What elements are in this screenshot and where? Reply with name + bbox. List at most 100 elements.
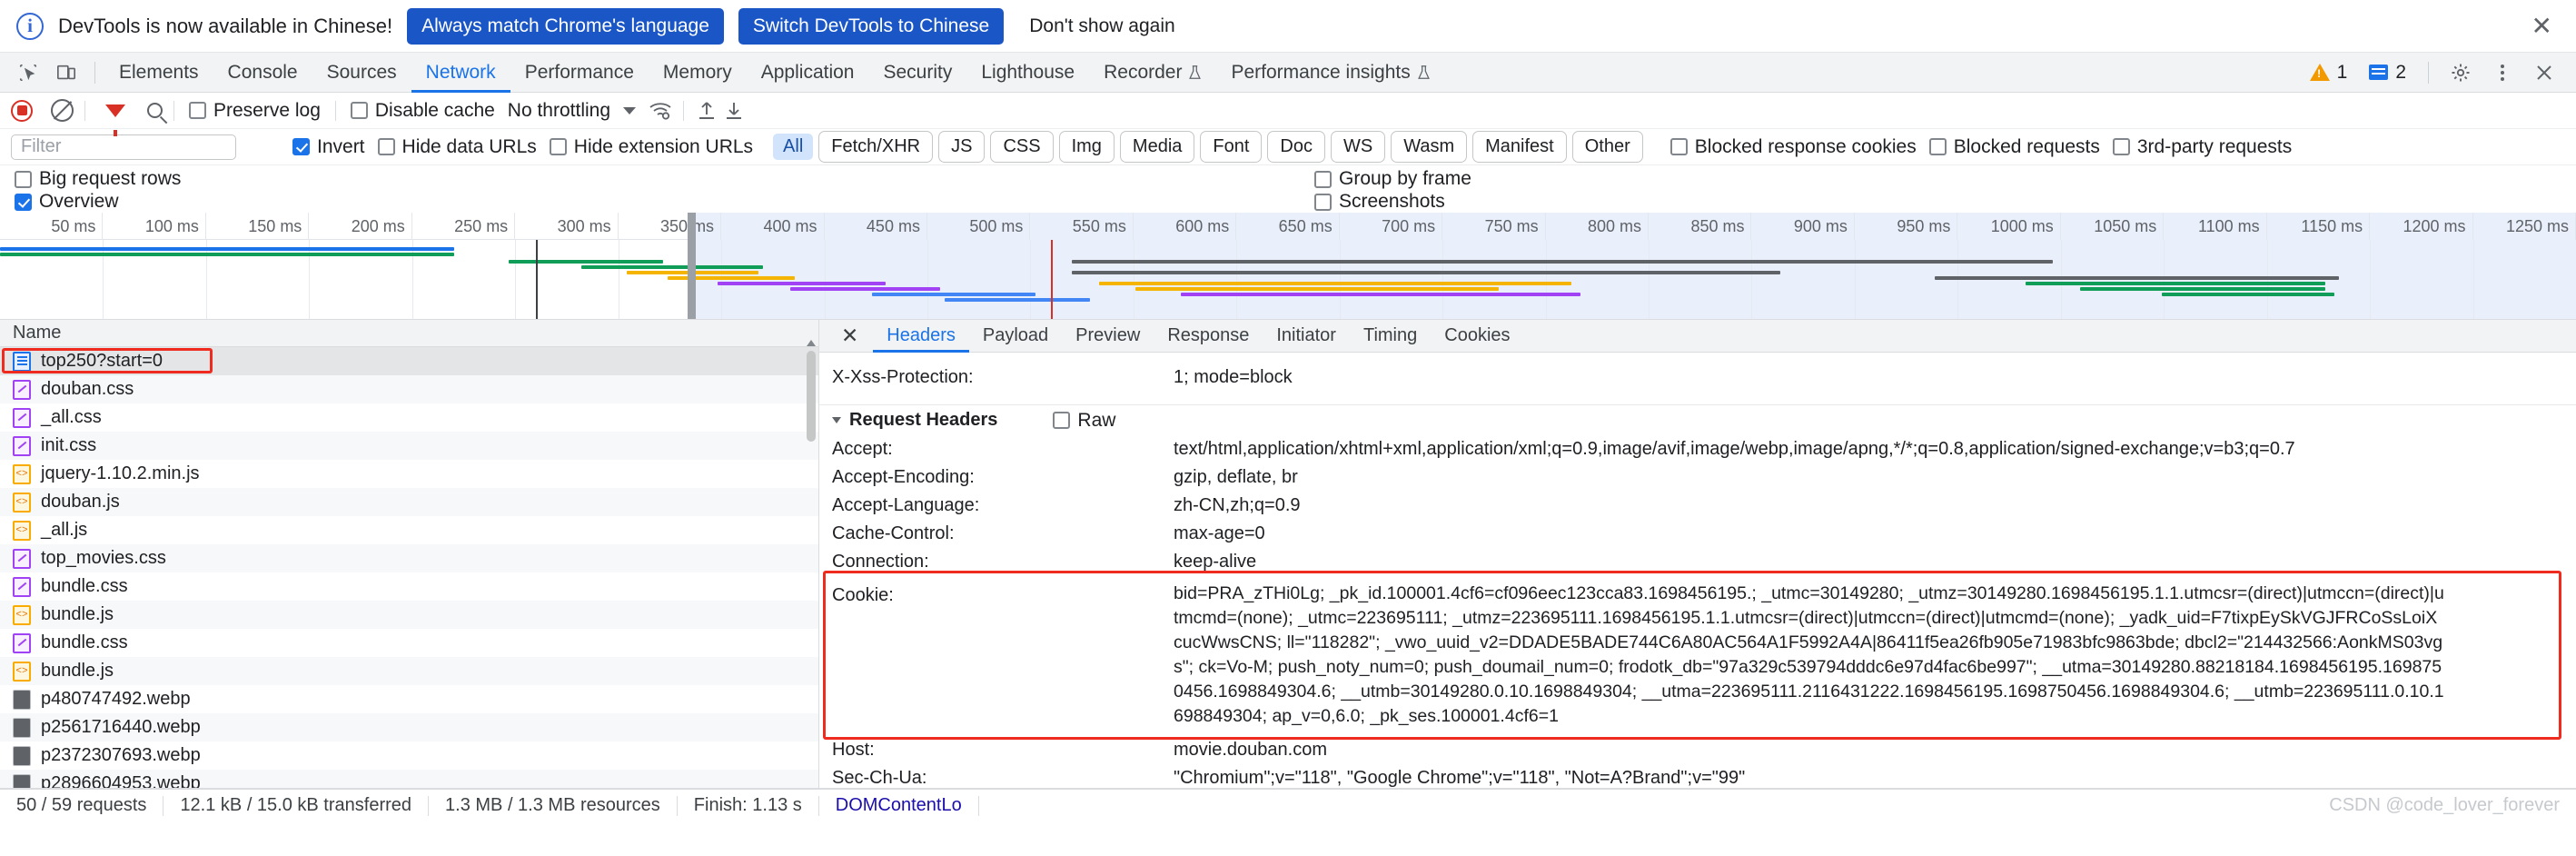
request-list-scrollbar[interactable] — [806, 340, 817, 784]
tab-sources[interactable]: Sources — [312, 53, 411, 93]
chevron-down-icon[interactable] — [832, 417, 841, 423]
request-row[interactable]: _all.css — [0, 403, 818, 432]
request-row[interactable]: douban.css — [0, 375, 818, 403]
tab-memory[interactable]: Memory — [649, 53, 747, 93]
big-request-rows-checkbox[interactable]: Big request rows — [11, 168, 184, 190]
request-row[interactable]: bundle.css — [0, 629, 818, 657]
network-overview-timeline[interactable]: 50 ms 100 ms 150 ms 200 ms 250 ms 300 ms 350 m… — [0, 213, 2576, 320]
type-filter-fetch-xhr[interactable]: Fetch/XHR — [818, 131, 934, 163]
inspect-element-icon[interactable] — [9, 55, 47, 90]
tab-performance-insights[interactable]: Performance insights — [1216, 53, 1444, 93]
preserve-log-checkbox[interactable]: Preserve log — [185, 100, 324, 122]
raw-toggle-checkbox[interactable]: Raw — [1049, 410, 1119, 432]
search-icon[interactable] — [147, 103, 163, 118]
type-filter-other[interactable]: Other — [1571, 131, 1643, 163]
request-row[interactable]: <> jquery-1.10.2.min.js — [0, 460, 818, 488]
invert-checkbox[interactable]: Invert — [289, 136, 369, 158]
header-value: keep-alive — [1174, 552, 1257, 572]
timeline-waterfall[interactable] — [0, 213, 2576, 319]
timeline-gridline — [824, 240, 826, 319]
type-filter-manifest[interactable]: Manifest — [1472, 131, 1567, 163]
header-key: Cache-Control: — [832, 523, 955, 543]
console-messages-indicator[interactable]: 2 — [2360, 62, 2415, 84]
close-details-icon[interactable]: ✕ — [827, 325, 873, 346]
request-list[interactable]: top250?start=0 douban.css _all.css init.css… — [0, 347, 818, 788]
details-tab-headers[interactable]: Headers — [873, 320, 969, 353]
css-file-icon — [13, 576, 31, 597]
request-row[interactable]: top250?start=0 — [0, 347, 818, 375]
request-row[interactable]: <> bundle.js — [0, 657, 818, 685]
warnings-indicator[interactable]: 1 — [2301, 62, 2357, 84]
import-har-icon[interactable] — [695, 100, 718, 122]
checkbox-box — [15, 193, 32, 211]
timeline-event-marker — [536, 240, 538, 319]
request-row[interactable]: <> bundle.js — [0, 601, 818, 629]
timeline-range-handle[interactable] — [688, 213, 696, 319]
group-by-frame-checkbox[interactable]: Group by frame — [1311, 168, 1475, 190]
request-row[interactable]: p2896604953.webp — [0, 770, 818, 788]
kebab-menu-icon[interactable] — [2483, 55, 2522, 90]
type-filter-doc[interactable]: Doc — [1267, 131, 1325, 163]
details-tab-payload[interactable]: Payload — [969, 320, 1062, 353]
blocked-requests-checkbox[interactable]: Blocked requests — [1926, 136, 2104, 158]
chevron-down-icon[interactable] — [623, 106, 637, 114]
type-filter-img[interactable]: Img — [1058, 131, 1115, 163]
request-name: bundle.css — [41, 632, 128, 652]
tab-lighthouse[interactable]: Lighthouse — [966, 53, 1089, 93]
type-filter-all[interactable]: All — [773, 134, 814, 160]
screenshots-checkbox[interactable]: Screenshots — [1311, 191, 1449, 213]
tab-network[interactable]: Network — [411, 53, 510, 93]
hide-extension-urls-checkbox[interactable]: Hide extension URLs — [546, 136, 757, 158]
tab-elements[interactable]: Elements — [104, 53, 213, 93]
filter-input[interactable] — [11, 134, 236, 160]
request-row[interactable]: p480747492.webp — [0, 685, 818, 713]
request-row[interactable]: p2561716440.webp — [0, 713, 818, 742]
filter-icon[interactable] — [105, 104, 125, 136]
always-match-language-button[interactable]: Always match Chrome's language — [407, 7, 724, 45]
request-row[interactable]: p2372307693.webp — [0, 742, 818, 770]
tab-console[interactable]: Console — [213, 53, 312, 93]
type-filter-wasm[interactable]: Wasm — [1391, 131, 1468, 163]
type-filter-css[interactable]: CSS — [990, 131, 1054, 163]
type-filter-ws[interactable]: WS — [1331, 131, 1386, 163]
close-devtools-icon[interactable] — [2525, 55, 2563, 90]
scroll-up-icon[interactable] — [807, 340, 816, 346]
details-tab-response[interactable]: Response — [1154, 320, 1263, 353]
type-filter-font[interactable]: Font — [1200, 131, 1263, 163]
type-filter-js[interactable]: JS — [938, 131, 986, 163]
details-tab-preview[interactable]: Preview — [1062, 320, 1154, 353]
details-tab-timing[interactable]: Timing — [1350, 320, 1431, 353]
request-row[interactable]: bundle.css — [0, 572, 818, 601]
tab-performance[interactable]: Performance — [510, 53, 649, 93]
timeline-tick: 900 ms — [1751, 213, 1855, 240]
details-tab-initiator[interactable]: Initiator — [1263, 320, 1350, 353]
request-row[interactable]: init.css — [0, 432, 818, 460]
switch-devtools-to-chinese-button[interactable]: Switch DevTools to Chinese — [738, 7, 1005, 45]
type-filter-media[interactable]: Media — [1119, 131, 1195, 163]
request-row[interactable]: <> douban.js — [0, 488, 818, 516]
gear-icon[interactable] — [2442, 55, 2480, 90]
tab-security[interactable]: Security — [868, 53, 966, 93]
disable-cache-checkbox[interactable]: Disable cache — [347, 100, 499, 122]
third-party-requests-checkbox[interactable]: 3rd-party requests — [2109, 136, 2295, 158]
throttling-select[interactable]: No throttling — [502, 100, 610, 122]
overview-checkbox[interactable]: Overview — [11, 191, 123, 213]
network-conditions-icon[interactable] — [649, 101, 672, 121]
export-har-icon[interactable] — [722, 100, 746, 122]
dont-show-again-button[interactable]: Don't show again — [1018, 7, 1186, 45]
details-tab-cookies[interactable]: Cookies — [1431, 320, 1523, 353]
hide-data-urls-checkbox[interactable]: Hide data URLs — [374, 136, 540, 158]
close-notification-icon[interactable]: ✕ — [2524, 13, 2560, 39]
request-row[interactable]: <> _all.js — [0, 516, 818, 544]
record-button[interactable] — [11, 99, 33, 122]
request-headers-section-title[interactable]: Request Headers Raw — [819, 404, 2576, 435]
scrollbar-thumb[interactable] — [807, 351, 816, 442]
clear-icon[interactable] — [51, 99, 74, 122]
blocked-response-cookies-label: Blocked response cookies — [1694, 135, 1917, 157]
request-row[interactable]: top_movies.css — [0, 544, 818, 572]
device-toolbar-icon[interactable] — [47, 55, 85, 90]
checkbox-box — [1669, 138, 1688, 155]
blocked-response-cookies-checkbox[interactable]: Blocked response cookies — [1667, 136, 1920, 158]
tab-application[interactable]: Application — [747, 53, 869, 93]
tab-recorder[interactable]: Recorder — [1089, 53, 1216, 93]
